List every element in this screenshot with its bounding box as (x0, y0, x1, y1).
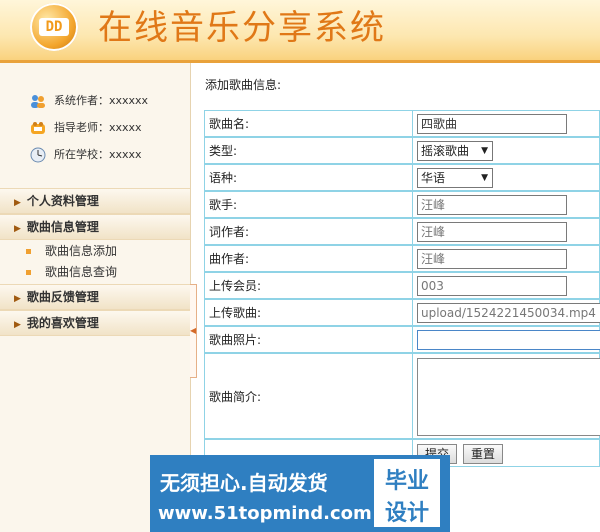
row-composer: 曲作者: 汪峰 (204, 245, 600, 272)
teacher-info: 指导老师：xxxxx (30, 117, 190, 139)
field-cell: upload/1524221450034.mp4 (413, 299, 600, 326)
chevron-left-icon: ◀ (190, 326, 197, 335)
type-value: 摇滚歌曲 (421, 144, 470, 158)
submenu-label: 歌曲信息查询 (45, 265, 118, 279)
field-label: 上传会员: (204, 272, 413, 299)
submenu-song-add[interactable]: 歌曲信息添加 (26, 241, 117, 261)
menu-feedback[interactable]: ▶ 歌曲反馈管理 (0, 284, 190, 310)
field-cell: 华语 ▼ (413, 164, 600, 191)
bullet-icon (26, 249, 31, 254)
field-cell (413, 353, 600, 439)
row-language: 语种: 华语 ▼ (204, 164, 600, 191)
row-singer: 歌手: 汪峰 (204, 191, 600, 218)
menu-label: 歌曲反馈管理 (26, 290, 99, 304)
submenu-song-query[interactable]: 歌曲信息查询 (26, 262, 117, 282)
school-info: 所在学校：xxxxx (30, 144, 190, 166)
author-info: 系统作者：xxxxxx (30, 90, 190, 112)
users-icon (30, 93, 46, 109)
song-file-input[interactable]: upload/1524221450034.mp4 (417, 303, 600, 323)
menu-label: 我的喜欢管理 (26, 316, 99, 330)
field-label: 歌曲照片: (204, 326, 413, 353)
type-select[interactable]: 摇滚歌曲 ▼ (417, 141, 493, 161)
reset-button[interactable]: 重置 (463, 444, 503, 464)
dropdown-arrow-icon: ▼ (481, 173, 488, 183)
row-song-name: 歌曲名: 四歌曲 (204, 110, 600, 137)
field-label: 曲作者: (204, 245, 413, 272)
field-cell: 汪峰 (413, 218, 600, 245)
field-cell: 四歌曲 (413, 110, 600, 137)
banner-badge: 毕业 设计 (374, 459, 440, 527)
song-name-input[interactable]: 四歌曲 (417, 114, 567, 134)
page-title: 添加歌曲信息: (205, 78, 282, 92)
field-label: 歌手: (204, 191, 413, 218)
composer-input[interactable]: 汪峰 (417, 249, 567, 269)
language-select[interactable]: 华语 ▼ (417, 168, 493, 188)
row-intro: 歌曲简介: (204, 353, 600, 439)
field-cell: 汪峰 (413, 245, 600, 272)
field-label: 上传歌曲: (204, 299, 413, 326)
field-label: 语种: (204, 164, 413, 191)
field-label: 歌曲简介: (204, 353, 413, 439)
field-cell: 摇滚歌曲 ▼ (413, 137, 600, 164)
row-type: 类型: 摇滚歌曲 ▼ (204, 137, 600, 164)
singer-input[interactable]: 汪峰 (417, 195, 567, 215)
school-icon (30, 147, 46, 163)
chevron-right-icon: ▶ (14, 294, 21, 304)
badge-line1: 毕业 (384, 469, 429, 494)
menu-song-info[interactable]: ▶ 歌曲信息管理 (0, 214, 190, 240)
photo-input[interactable] (417, 330, 600, 350)
chevron-right-icon: ▶ (14, 198, 21, 208)
field-label: 词作者: (204, 218, 413, 245)
row-lyricist: 词作者: 汪峰 (204, 218, 600, 245)
author-text: 系统作者：xxxxxx (54, 94, 149, 107)
menu-label: 歌曲信息管理 (26, 220, 99, 234)
menu-label: 个人资料管理 (26, 194, 99, 208)
teacher-text: 指导老师：xxxxx (54, 121, 142, 134)
logo-text: DD (39, 18, 69, 36)
intro-textarea[interactable] (417, 358, 600, 436)
field-cell: 003 (413, 272, 600, 299)
row-photo: 歌曲照片: (204, 326, 600, 353)
app-title: 在线音乐分享系统 (98, 8, 386, 48)
chevron-right-icon: ▶ (14, 320, 21, 330)
field-label: 类型: (204, 137, 413, 164)
sidebar-collapse-handle[interactable]: ◀ (190, 284, 197, 378)
submenu-label: 歌曲信息添加 (45, 244, 118, 258)
menu-personal[interactable]: ▶ 个人资料管理 (0, 188, 190, 214)
watermark-banner: 无须担心.自动发货 www.51topmind.com 毕业 设计 (150, 455, 450, 532)
row-song-file: 上传歌曲: upload/1524221450034.mp4 (204, 299, 600, 326)
school-text: 所在学校：xxxxx (54, 148, 142, 161)
field-label: 歌曲名: (204, 110, 413, 137)
field-cell (413, 326, 600, 353)
app-logo: DD (30, 3, 78, 51)
row-uploader: 上传会员: 003 (204, 272, 600, 299)
bullet-icon (26, 270, 31, 275)
chevron-right-icon: ▶ (14, 224, 21, 234)
uploader-input[interactable]: 003 (417, 276, 567, 296)
dropdown-arrow-icon: ▼ (481, 146, 488, 156)
app-header: DD 在线音乐分享系统 (0, 0, 600, 63)
banner-url: www.51topmind.com (158, 503, 372, 524)
banner-slogan: 无须担心.自动发货 (160, 471, 328, 495)
field-cell: 汪峰 (413, 191, 600, 218)
language-value: 华语 (421, 171, 446, 185)
badge-line2: 设计 (384, 501, 429, 526)
teacher-icon (30, 120, 46, 136)
menu-favorites[interactable]: ▶ 我的喜欢管理 (0, 310, 190, 336)
lyricist-input[interactable]: 汪峰 (417, 222, 567, 242)
